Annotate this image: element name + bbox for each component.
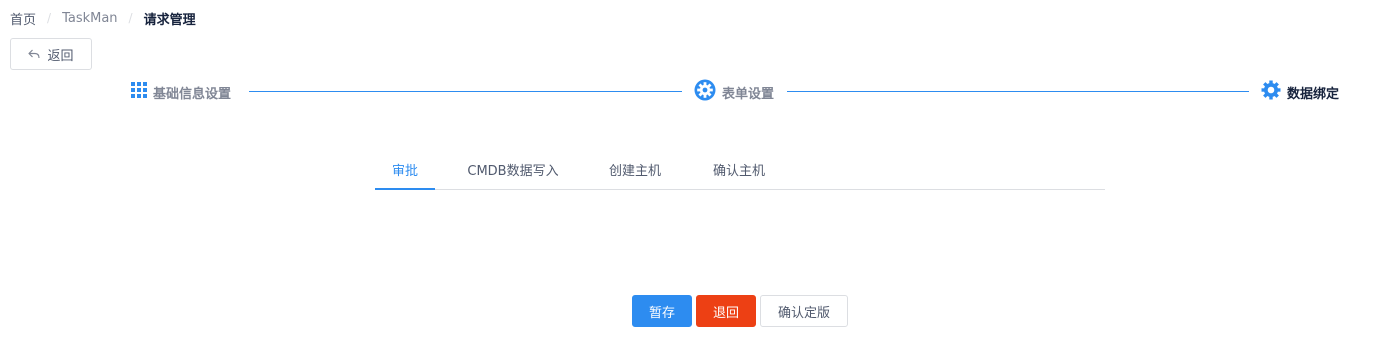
step-basic-info[interactable]: 基础信息设置	[131, 78, 231, 106]
tab-create-host[interactable]: 创建主机	[597, 158, 673, 189]
save-draft-button[interactable]: 暂存	[632, 295, 692, 327]
reject-button[interactable]: 退回	[696, 295, 756, 327]
tab-confirm-host[interactable]: 确认主机	[701, 158, 777, 189]
step-form-settings[interactable]: 表单设置	[694, 78, 774, 106]
reply-icon	[28, 49, 41, 59]
grid-icon	[131, 82, 147, 102]
page: 首页 / TaskMan / 请求管理 返回 基础信息设置 表单设置 数据绑定 …	[0, 0, 1383, 346]
breadcrumb-home[interactable]: 首页	[10, 9, 36, 28]
gear-icon	[1261, 80, 1281, 104]
step-data-binding[interactable]: 数据绑定	[1261, 78, 1339, 106]
tab-approval[interactable]: 审批	[375, 158, 435, 189]
breadcrumb-separator: /	[47, 11, 52, 25]
gear-icon	[694, 79, 716, 105]
back-button[interactable]: 返回	[10, 38, 92, 70]
breadcrumb-app[interactable]: TaskMan	[62, 11, 117, 26]
step-label: 表单设置	[722, 86, 775, 102]
step-connector	[249, 91, 682, 92]
breadcrumb-separator: /	[128, 11, 133, 25]
action-bar: 暂存 退回 确认定版	[632, 295, 848, 327]
confirm-version-button[interactable]: 确认定版	[760, 295, 848, 327]
step-label: 基础信息设置	[153, 86, 232, 102]
back-button-label: 返回	[47, 48, 74, 64]
breadcrumb: 首页 / TaskMan / 请求管理	[10, 8, 196, 28]
form-tabs: 审批 CMDB数据写入 创建主机 确认主机	[375, 158, 1105, 190]
steps: 基础信息设置 表单设置 数据绑定	[0, 78, 1383, 106]
tab-active-indicator	[375, 188, 435, 190]
breadcrumb-current: 请求管理	[143, 12, 196, 28]
step-connector	[787, 91, 1249, 92]
tab-cmdb-write[interactable]: CMDB数据写入	[455, 158, 571, 189]
step-label: 数据绑定	[1287, 86, 1340, 102]
